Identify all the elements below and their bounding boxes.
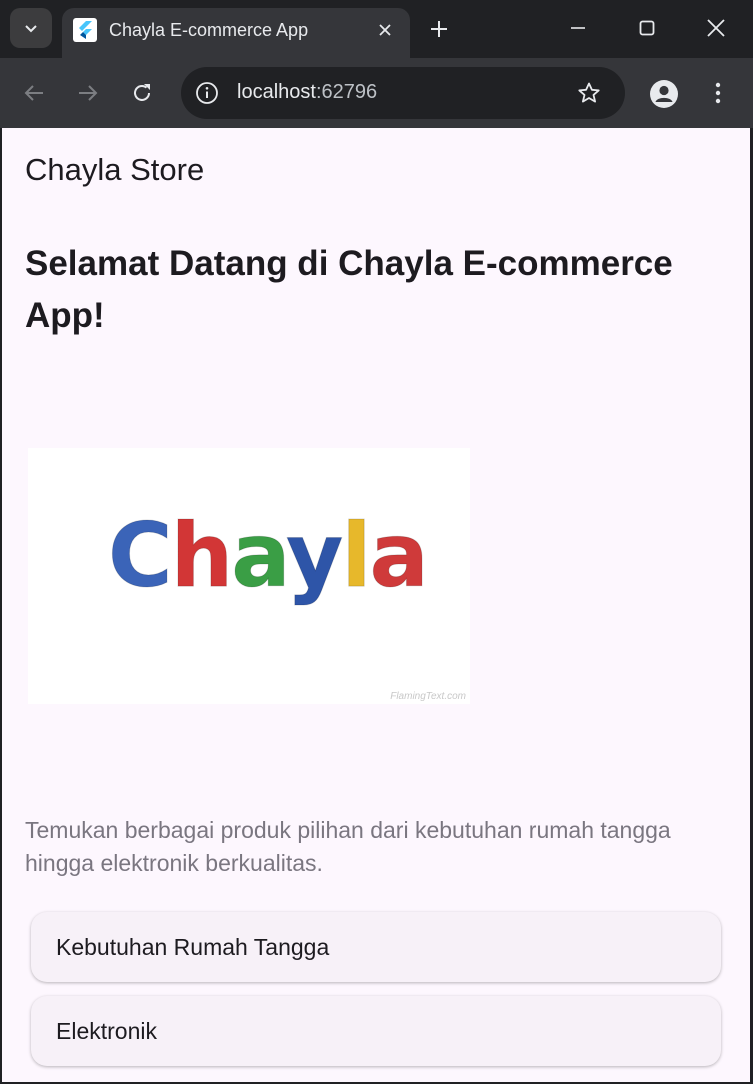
maximize-icon — [639, 20, 655, 36]
reload-button[interactable] — [124, 75, 160, 111]
bookmark-button[interactable] — [575, 79, 603, 107]
address-bar[interactable]: localhost:62796 — [181, 67, 625, 119]
more-vert-icon — [715, 82, 721, 104]
forward-button[interactable] — [70, 75, 106, 111]
logo-letter: l — [341, 504, 372, 607]
profile-button[interactable] — [645, 75, 683, 113]
site-info-button[interactable] — [193, 79, 221, 107]
star-icon — [578, 82, 600, 103]
maximize-button[interactable] — [617, 6, 677, 50]
close-icon — [379, 24, 391, 36]
close-icon — [707, 19, 725, 37]
tab-strip: Chayla E-commerce App — [0, 0, 753, 58]
logo-letter: a — [369, 504, 429, 607]
category-item-label: Kebutuhan Rumah Tangga — [56, 934, 330, 960]
category-item-label: Elektronik — [56, 1018, 157, 1044]
welcome-heading: Selamat Datang di Chayla E-commerce App! — [25, 244, 673, 335]
logo-letter: C — [108, 504, 174, 607]
new-tab-button[interactable] — [424, 14, 454, 44]
logo-watermark: FlamingText.com — [390, 691, 466, 702]
page-viewport: Chayla Store Selamat Datang di Chayla E-… — [2, 128, 750, 1082]
arrow-left-icon — [24, 85, 43, 101]
avatar-icon — [650, 80, 678, 108]
browser-toolbar: localhost:62796 — [0, 58, 753, 128]
logo-letter: y — [285, 504, 343, 607]
minimize-button[interactable] — [548, 6, 608, 50]
window-close-button[interactable] — [686, 6, 746, 50]
category-item-kebutuhan-rumah-tangga[interactable]: Kebutuhan Rumah Tangga — [31, 912, 721, 982]
info-icon — [196, 82, 218, 104]
plus-icon — [431, 21, 447, 37]
reload-icon — [134, 84, 150, 101]
logo-letter: h — [170, 504, 234, 607]
back-button[interactable] — [16, 75, 52, 111]
minimize-icon — [571, 27, 585, 29]
store-logo-image: Chayla FlamingText.com — [28, 448, 470, 704]
tab-search-button[interactable] — [10, 8, 52, 48]
url-text[interactable]: localhost:62796 — [237, 81, 377, 104]
appbar-title: Chayla Store — [25, 152, 205, 187]
tab-title: Chayla E-commerce App — [109, 20, 309, 40]
browser-menu-button[interactable] — [700, 75, 736, 111]
logo-letter: a — [231, 504, 289, 607]
arrow-right-icon — [79, 85, 98, 101]
description-text: Temukan berbagai produk pilihan dari keb… — [25, 817, 671, 876]
logo-wordmark: Chayla — [108, 504, 430, 607]
category-item-elektronik[interactable]: Elektronik — [31, 996, 721, 1066]
tab-close-button[interactable] — [372, 17, 398, 43]
flutter-icon — [73, 18, 97, 42]
browser-tab-active[interactable]: Chayla E-commerce App — [62, 8, 410, 58]
chevron-down-icon — [25, 25, 37, 33]
